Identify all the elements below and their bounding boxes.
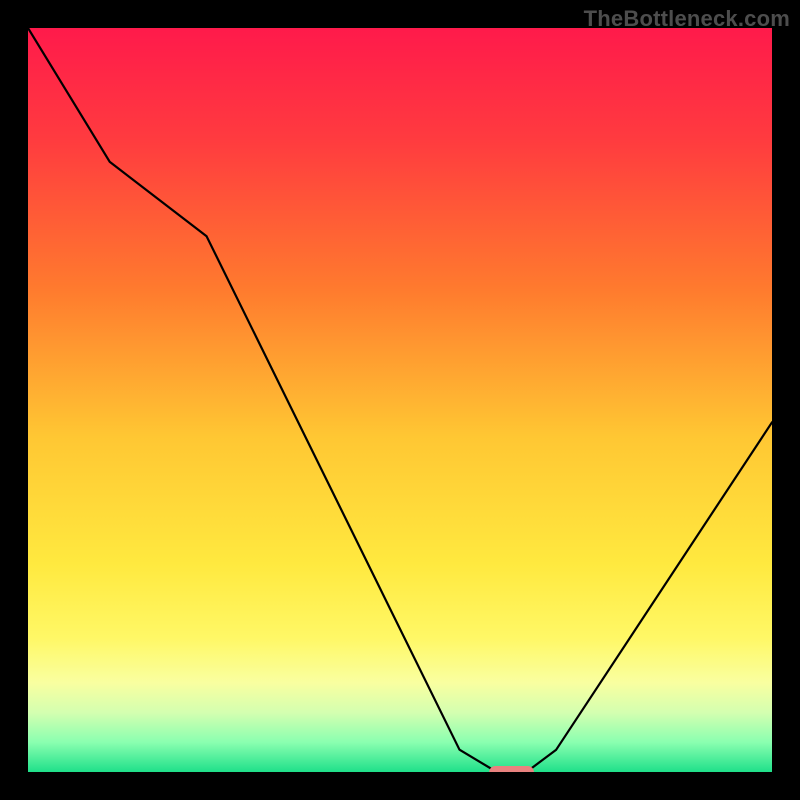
watermark-text: TheBottleneck.com xyxy=(584,6,790,32)
chart-frame: TheBottleneck.com xyxy=(0,0,800,800)
gradient-background xyxy=(28,28,772,772)
optimum-marker xyxy=(489,766,534,772)
bottleneck-chart xyxy=(28,28,772,772)
